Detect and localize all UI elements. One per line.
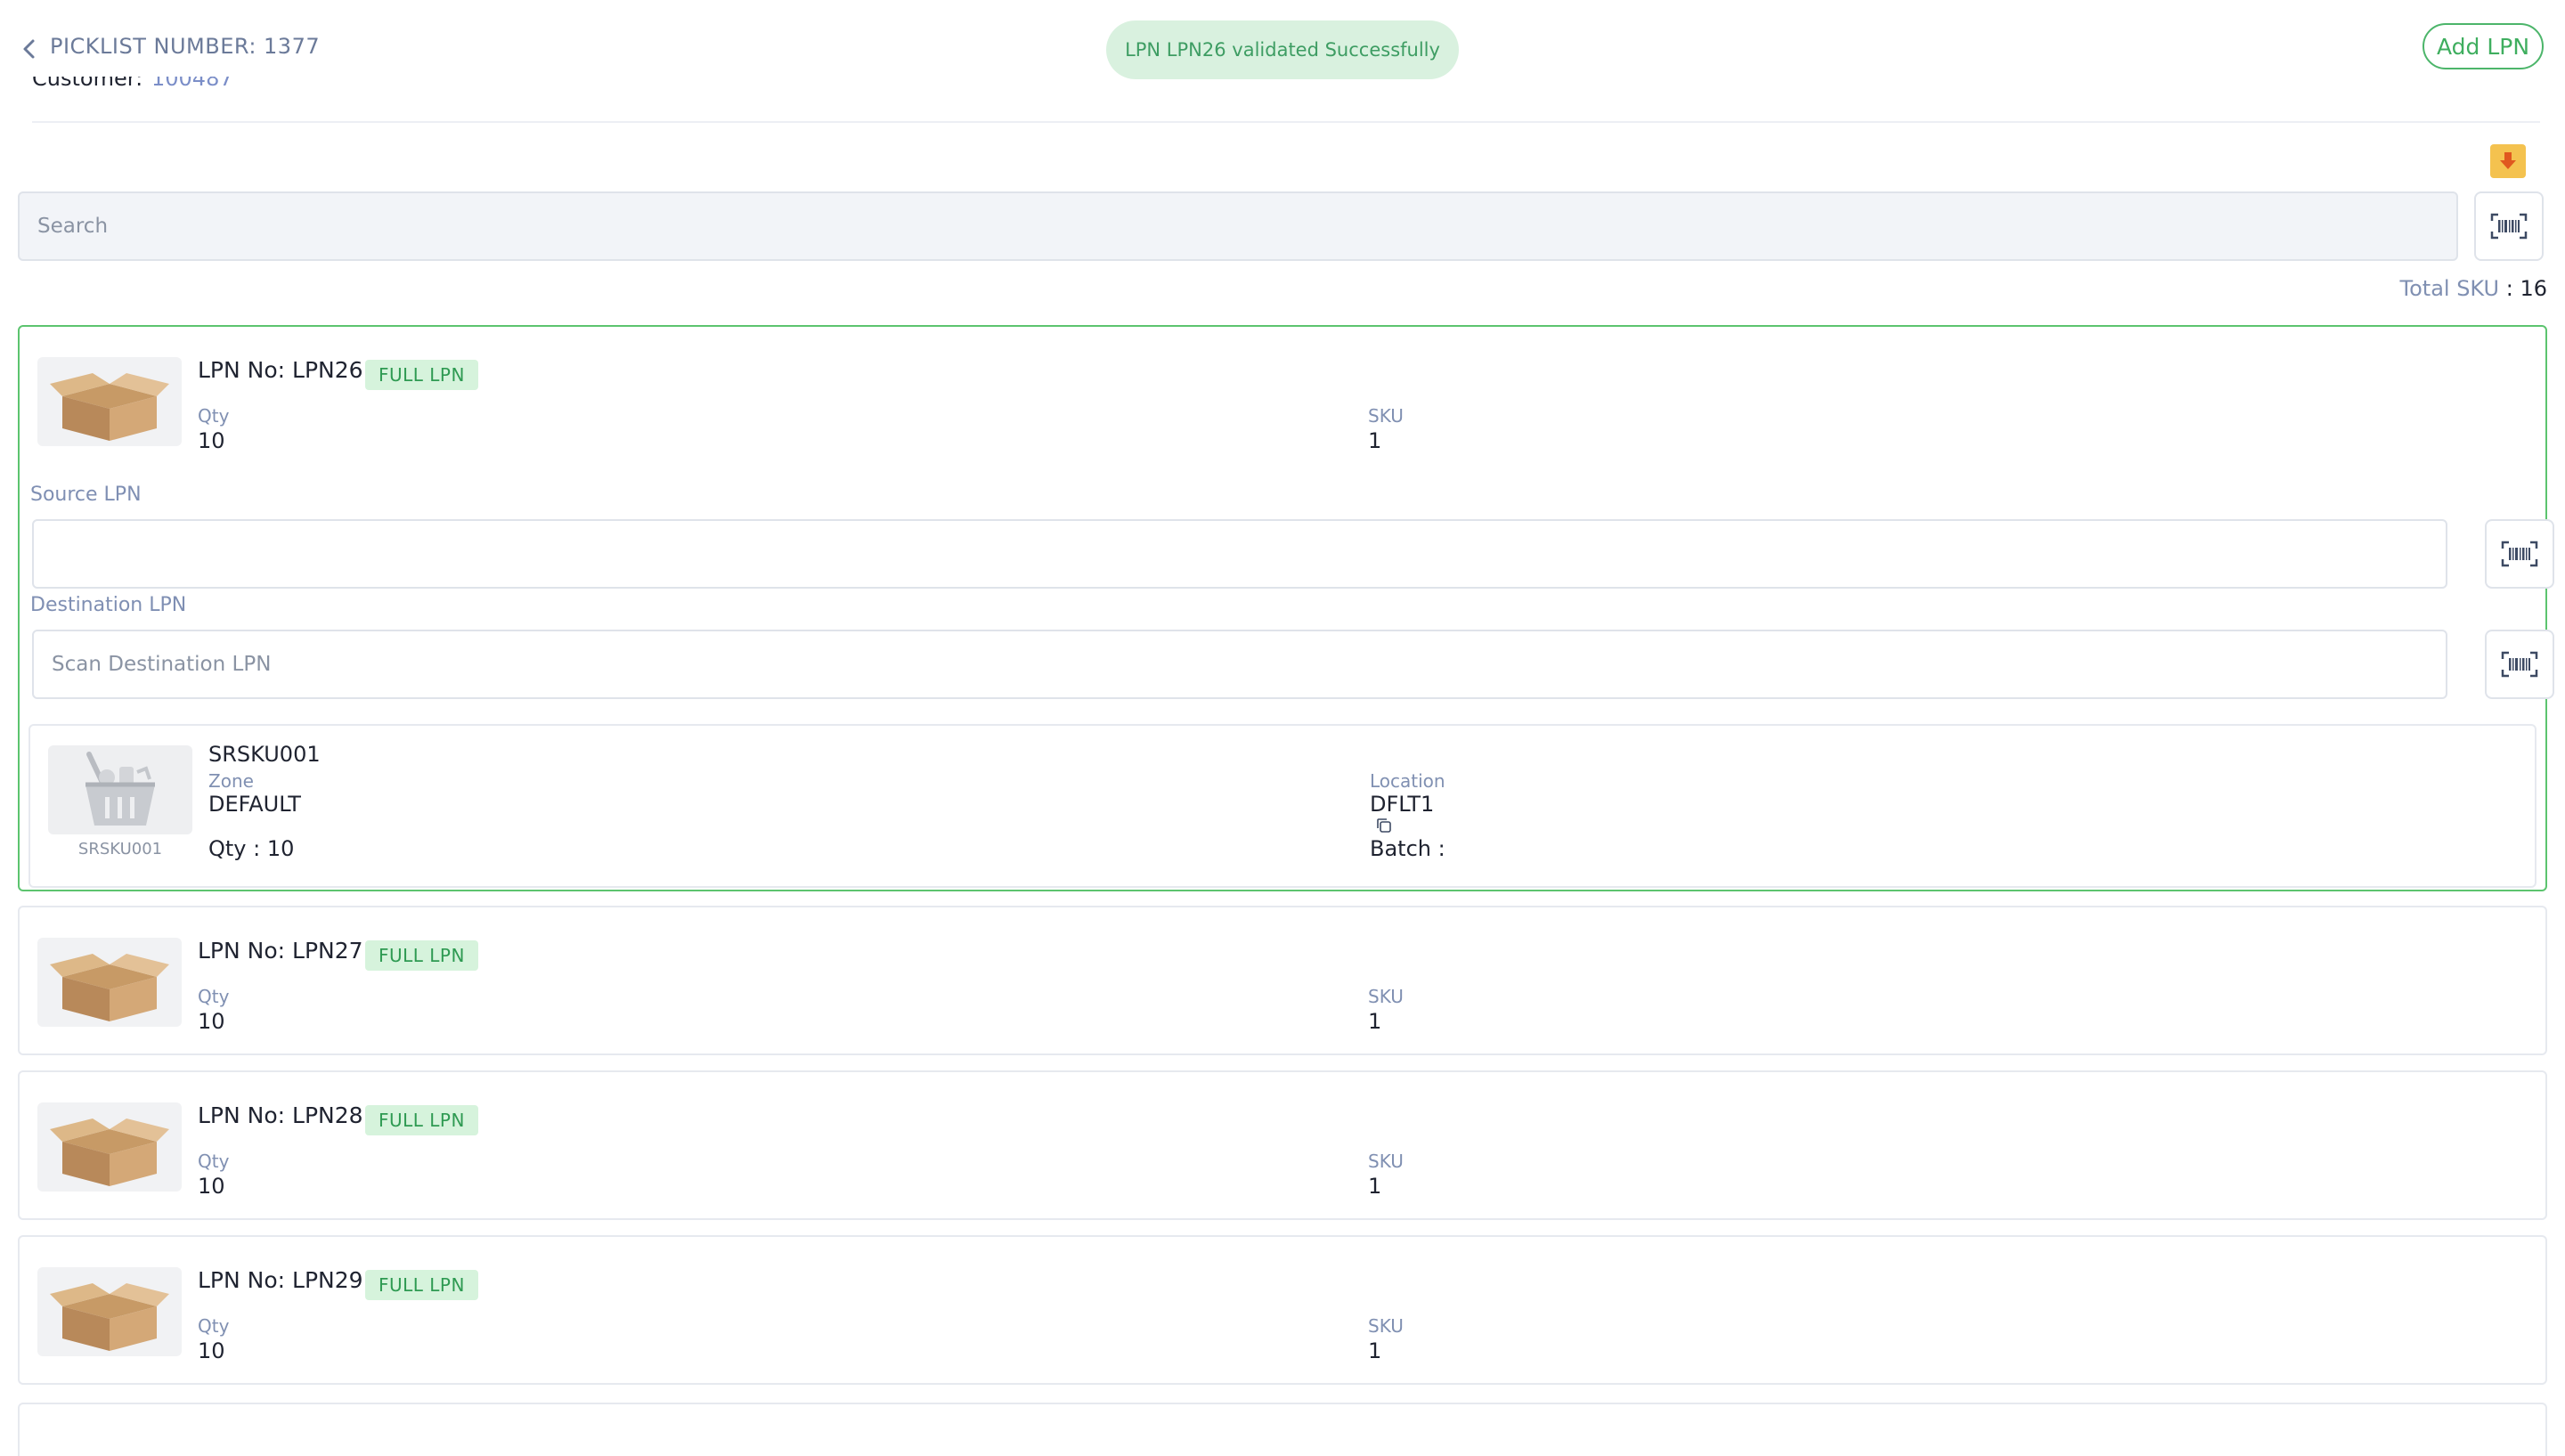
- qty-value: 10: [198, 428, 225, 453]
- lpn-box-image: [37, 357, 182, 446]
- destination-lpn-field[interactable]: [32, 630, 2447, 699]
- location-label: Location: [1370, 770, 1445, 792]
- lpn-number: LPN No: LPN29: [198, 1267, 363, 1293]
- lpn-card-partial[interactable]: [18, 1403, 2547, 1456]
- search-field[interactable]: [18, 191, 2458, 261]
- destination-lpn-input[interactable]: [34, 631, 2446, 697]
- qty-value: 10: [198, 1009, 225, 1034]
- customer-row: Customer: 100487: [32, 77, 2540, 123]
- qty-label: Qty: [198, 1151, 230, 1172]
- sku-value: 1: [1368, 1009, 1382, 1034]
- total-sku-value: : 16: [2505, 276, 2547, 301]
- download-icon: [2500, 152, 2516, 169]
- add-lpn-button[interactable]: Add LPN: [2422, 23, 2544, 69]
- copy-icon[interactable]: [1375, 817, 1393, 834]
- destination-lpn-label: Destination LPN: [30, 594, 187, 616]
- lpn-box-image: [37, 1267, 182, 1356]
- sku-image: [48, 745, 192, 834]
- full-lpn-badge: FULL LPN: [365, 940, 478, 971]
- page-title: PICKLIST NUMBER: 1377: [50, 34, 321, 59]
- lpn-number: LPN No: LPN27: [198, 938, 363, 964]
- cardboard-box-icon: [50, 1118, 169, 1186]
- sku-value: 1: [1368, 1338, 1382, 1363]
- total-sku: Total SKU : 16: [2316, 276, 2547, 301]
- zone-value: DEFAULT: [208, 792, 301, 817]
- sku-value: 1: [1368, 1174, 1382, 1199]
- full-lpn-badge: FULL LPN: [365, 1105, 478, 1135]
- download-button[interactable]: [2490, 144, 2526, 178]
- batch-label: Batch :: [1370, 836, 1445, 861]
- destination-scan-button[interactable]: [2485, 630, 2554, 699]
- sku-value: 1: [1368, 428, 1382, 453]
- cardboard-box-icon: [50, 373, 169, 441]
- location-value: DFLT1: [1370, 792, 1435, 817]
- sku-qty-label: Qty :: [208, 836, 261, 861]
- barcode-scan-icon: [2490, 213, 2528, 240]
- qty-value: 10: [198, 1174, 225, 1199]
- back-chevron-icon[interactable]: [16, 36, 43, 62]
- full-lpn-badge: FULL LPN: [365, 360, 478, 390]
- lpn-card[interactable]: LPN No: LPN27 FULL LPN Qty 10 SKU 1: [18, 906, 2547, 1055]
- sku-qty-value: 10: [266, 836, 295, 861]
- source-scan-button[interactable]: [2485, 519, 2554, 589]
- lpn-card[interactable]: LPN No: LPN28 FULL LPN Qty 10 SKU 1: [18, 1070, 2547, 1220]
- customer-value: 100487: [151, 77, 233, 91]
- lpn-card[interactable]: LPN No: LPN29 FULL LPN Qty 10 SKU 1: [18, 1235, 2547, 1385]
- batch: Batch :: [1370, 836, 1445, 861]
- lpn-box-image: [37, 1102, 182, 1192]
- search-input[interactable]: [20, 193, 2456, 259]
- sku-image-caption: SRSKU001: [77, 840, 163, 858]
- lpn-number: LPN No: LPN28: [198, 1102, 363, 1128]
- qty-value: 10: [198, 1338, 225, 1363]
- qty-label: Qty: [198, 1315, 230, 1337]
- source-lpn-field[interactable]: [32, 519, 2447, 589]
- sku-item-panel[interactable]: SRSKU001 SRSKU001 Zone DEFAULT Qty : 10 …: [28, 724, 2536, 888]
- lpn-number: LPN No: LPN26: [198, 357, 363, 383]
- shopping-basket-icon: [86, 752, 155, 826]
- qty-label: Qty: [198, 986, 230, 1007]
- sku-name: SRSKU001: [208, 742, 321, 767]
- qty-label: Qty: [198, 405, 230, 427]
- cardboard-box-icon: [50, 954, 169, 1021]
- source-lpn-label: Source LPN: [30, 484, 142, 506]
- cardboard-box-icon: [50, 1283, 169, 1351]
- sku-qty: Qty : 10: [208, 836, 294, 861]
- customer-label: Customer:: [32, 77, 143, 91]
- sku-label: SKU: [1368, 1151, 1404, 1172]
- source-lpn-input[interactable]: [34, 521, 2446, 587]
- lpn-box-image: [37, 938, 182, 1027]
- total-sku-label: Total SKU: [2399, 276, 2500, 301]
- sku-label: SKU: [1368, 1315, 1404, 1337]
- barcode-scan-icon: [2501, 541, 2538, 567]
- full-lpn-badge: FULL LPN: [365, 1270, 478, 1300]
- zone-label: Zone: [208, 770, 254, 792]
- sku-label: SKU: [1368, 986, 1404, 1007]
- success-toast: LPN LPN26 validated Successfully: [1106, 20, 1459, 79]
- search-scan-button[interactable]: [2474, 191, 2544, 261]
- lpn-card-active[interactable]: LPN No: LPN26 FULL LPN Qty 10 SKU 1 Sour…: [18, 325, 2554, 891]
- sku-label: SKU: [1368, 405, 1404, 427]
- barcode-scan-icon: [2501, 651, 2538, 678]
